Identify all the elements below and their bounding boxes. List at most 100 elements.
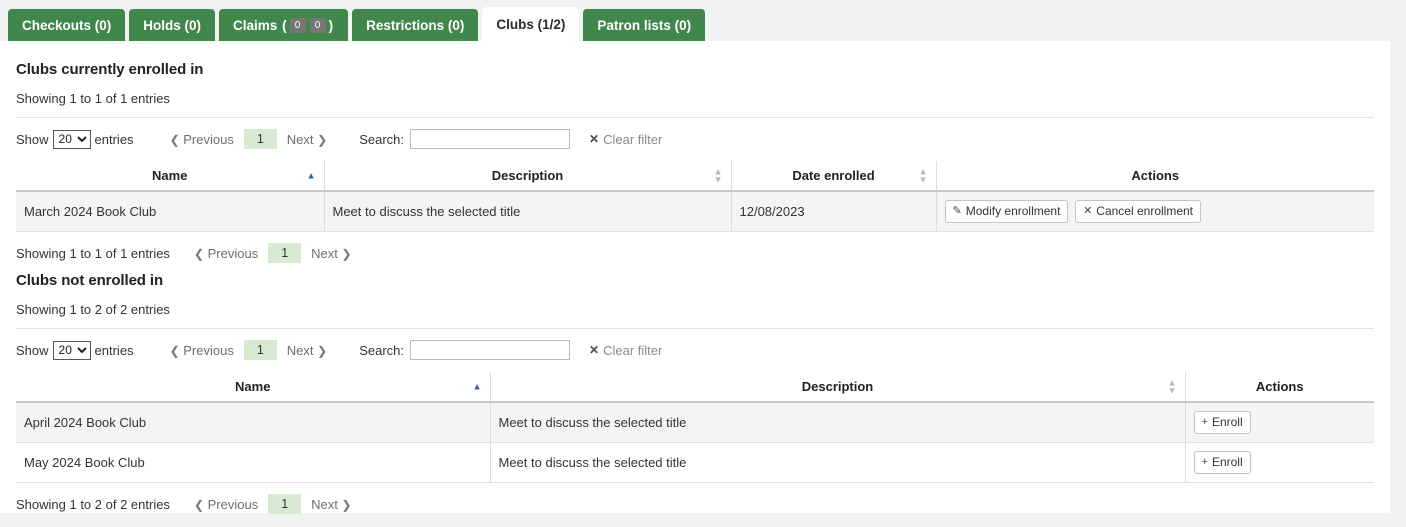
table-row: March 2024 Book Club Meet to discuss the… <box>16 191 1374 232</box>
not-enrolled-col-name-label: Name <box>235 379 270 394</box>
enrolled-search-control: Search: <box>359 129 570 149</box>
modify-enrollment-label: Modify enrollment <box>966 204 1061 219</box>
chevron-right-icon: ❯ <box>342 498 352 512</box>
enrolled-col-description-label: Description <box>492 168 564 183</box>
not-enrolled-pagination-bottom: ❮ Previous 1 Next ❯ <box>184 494 362 514</box>
enrolled-info-top: Showing 1 to 1 of 1 entries <box>16 91 1374 106</box>
sort-none-icon: ▲ ▼ <box>919 167 928 184</box>
tab-patron-lists[interactable]: Patron lists (0) <box>583 9 705 42</box>
enrolled-table-header-row: Name ▲ Description ▲ ▼ Date enrolled <box>16 161 1374 191</box>
not-enrolled-clubs-table: Name ▲ Description ▲ ▼ Actions <box>16 372 1374 483</box>
enrolled-next-label-top: Next <box>287 132 314 147</box>
enrolled-page-1-button-bottom[interactable]: 1 <box>268 243 301 263</box>
enrolled-next-button-top[interactable]: Next ❯ <box>277 130 337 149</box>
enrolled-length-control: Show 20 entries <box>16 130 134 149</box>
enrolled-previous-label-top: Previous <box>183 132 234 147</box>
enroll-button-label: Enroll <box>1212 455 1243 470</box>
clubs-panel: Clubs currently enrolled in Showing 1 to… <box>0 41 1390 513</box>
tab-restrictions-label: Restrictions (0) <box>366 19 464 33</box>
tab-holds[interactable]: Holds (0) <box>129 9 215 42</box>
close-icon: ✕ <box>589 132 599 146</box>
not-enrolled-section-title: Clubs not enrolled in <box>16 272 1374 289</box>
not-enrolled-col-description-label: Description <box>802 379 874 394</box>
cancel-enrollment-button[interactable]: ✕ Cancel enrollment <box>1075 200 1201 223</box>
not-enrolled-previous-button-bottom[interactable]: ❮ Previous <box>184 495 268 514</box>
table-row: May 2024 Book Club Meet to discuss the s… <box>16 443 1374 483</box>
plus-icon: + <box>1202 456 1208 470</box>
chevron-left-icon: ❮ <box>170 133 180 147</box>
not-enrolled-col-description[interactable]: Description ▲ ▼ <box>490 372 1185 402</box>
not-enrolled-next-button-top[interactable]: Next ❯ <box>277 341 337 360</box>
tab-restrictions[interactable]: Restrictions (0) <box>352 9 478 42</box>
enrolled-previous-button-top[interactable]: ❮ Previous <box>160 130 244 149</box>
enrolled-col-actions-label: Actions <box>1131 168 1179 183</box>
enrolled-clear-filter-button[interactable]: ✕ Clear filter <box>589 132 662 147</box>
not-enrolled-cell-name: April 2024 Book Club <box>16 402 490 443</box>
sort-ascending-icon: ▲ <box>473 382 482 391</box>
not-enrolled-col-actions: Actions <box>1185 372 1374 402</box>
not-enrolled-previous-button-top[interactable]: ❮ Previous <box>160 341 244 360</box>
enrolled-show-label: Show <box>16 132 49 147</box>
tab-claims-paren-close: ) <box>329 19 334 33</box>
close-icon: ✕ <box>589 343 599 357</box>
patron-tabs: Checkouts (0) Holds (0) Claims ( 0 0 ) R… <box>0 0 1390 42</box>
not-enrolled-search-input[interactable] <box>410 340 570 360</box>
tab-holds-label: Holds (0) <box>143 19 201 33</box>
enrolled-previous-button-bottom[interactable]: ❮ Previous <box>184 244 268 263</box>
not-enrolled-entries-label: entries <box>95 343 134 358</box>
enrolled-col-date-enrolled[interactable]: Date enrolled ▲ ▼ <box>731 161 936 191</box>
enrolled-next-label-bottom: Next <box>311 246 338 261</box>
enroll-button[interactable]: + Enroll <box>1194 411 1251 434</box>
tab-clubs-label: Clubs (1/2) <box>496 18 565 32</box>
tab-claims-label: Claims <box>233 19 277 33</box>
enroll-button[interactable]: + Enroll <box>1194 451 1251 474</box>
not-enrolled-page-1-button-top[interactable]: 1 <box>244 340 277 360</box>
enrolled-page-1-button-top[interactable]: 1 <box>244 129 277 149</box>
enrolled-page-length-select[interactable]: 20 <box>53 130 91 149</box>
enrolled-next-button-bottom[interactable]: Next ❯ <box>301 244 361 263</box>
not-enrolled-clear-filter-label: Clear filter <box>603 343 662 358</box>
not-enrolled-next-button-bottom[interactable]: Next ❯ <box>301 495 361 514</box>
tab-clubs[interactable]: Clubs (1/2) <box>482 7 579 42</box>
enrolled-search-input[interactable] <box>410 129 570 149</box>
plus-icon: + <box>1202 416 1208 430</box>
close-icon: ✕ <box>1083 205 1092 219</box>
enrolled-col-name-label: Name <box>152 168 187 183</box>
enrolled-info-bottom: Showing 1 to 1 of 1 entries <box>16 246 170 261</box>
not-enrolled-info-bottom: Showing 1 to 2 of 2 entries <box>16 497 170 512</box>
enrolled-cell-date: 12/08/2023 <box>731 191 936 232</box>
enrolled-table-controls: Show 20 entries ❮ Previous 1 Next ❯ Sear… <box>16 126 1374 152</box>
enrolled-previous-label-bottom: Previous <box>208 246 259 261</box>
cancel-enrollment-label: Cancel enrollment <box>1096 204 1193 219</box>
table-row: April 2024 Book Club Meet to discuss the… <box>16 402 1374 443</box>
sort-ascending-icon: ▲ <box>307 171 316 180</box>
enrolled-cell-description: Meet to discuss the selected title <box>324 191 731 232</box>
enrolled-entries-label: entries <box>95 132 134 147</box>
enrolled-col-name[interactable]: Name ▲ <box>16 161 324 191</box>
not-enrolled-page-length-select[interactable]: 20 <box>53 341 91 360</box>
not-enrolled-table-controls: Show 20 entries ❮ Previous 1 Next ❯ Sear… <box>16 337 1374 363</box>
not-enrolled-page-1-button-bottom[interactable]: 1 <box>268 494 301 514</box>
enrolled-clubs-table: Name ▲ Description ▲ ▼ Date enrolled <box>16 161 1374 232</box>
enrolled-clear-filter-label: Clear filter <box>603 132 662 147</box>
not-enrolled-table-footer: Showing 1 to 2 of 2 entries ❮ Previous 1… <box>16 494 1374 514</box>
chevron-right-icon: ❯ <box>317 133 327 147</box>
not-enrolled-previous-label-top: Previous <box>183 343 234 358</box>
enrolled-col-actions: Actions <box>936 161 1374 191</box>
tab-checkouts[interactable]: Checkouts (0) <box>8 9 125 42</box>
not-enrolled-cell-name: May 2024 Book Club <box>16 443 490 483</box>
chevron-right-icon: ❯ <box>342 247 352 261</box>
not-enrolled-search-label: Search: <box>359 343 404 358</box>
enrolled-table-footer: Showing 1 to 1 of 1 entries ❮ Previous 1… <box>16 243 1374 263</box>
not-enrolled-show-label: Show <box>16 343 49 358</box>
modify-enrollment-button[interactable]: ✎ Modify enrollment <box>945 200 1069 223</box>
not-enrolled-col-name[interactable]: Name ▲ <box>16 372 490 402</box>
tab-patron-lists-label: Patron lists (0) <box>597 19 691 33</box>
tab-checkouts-label: Checkouts (0) <box>22 19 111 33</box>
not-enrolled-col-actions-label: Actions <box>1256 379 1304 394</box>
not-enrolled-clear-filter-button[interactable]: ✕ Clear filter <box>589 343 662 358</box>
tab-claims[interactable]: Claims ( 0 0 ) <box>219 9 348 42</box>
sort-none-icon: ▲ ▼ <box>714 167 723 184</box>
enrolled-cell-actions: ✎ Modify enrollment ✕ Cancel enrollment <box>936 191 1374 232</box>
enrolled-col-description[interactable]: Description ▲ ▼ <box>324 161 731 191</box>
